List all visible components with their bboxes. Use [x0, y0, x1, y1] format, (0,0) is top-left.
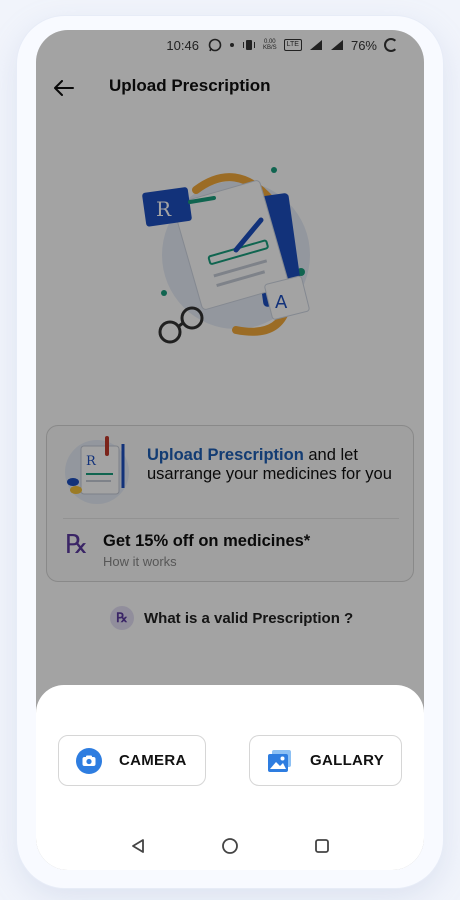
status-time: 10:46: [166, 37, 199, 53]
gallery-icon: [267, 748, 293, 774]
valid-prescription-link[interactable]: ℞ What is a valid Prescription ?: [110, 606, 353, 630]
triangle-back-icon: [132, 839, 144, 853]
app-bar: Upload Prescription: [36, 60, 424, 116]
battery-percent: 76%: [350, 37, 377, 53]
system-nav-bar: [36, 822, 424, 870]
vibrate-icon: [242, 38, 256, 52]
status-bar: 10:46 0.00 KB/S LTE 76%: [36, 30, 424, 60]
upload-highlight[interactable]: Upload Prescription: [147, 446, 304, 464]
nav-back-button[interactable]: [127, 835, 149, 857]
data-speed-unit: KB/S: [262, 45, 277, 51]
data-speed: 0.00 KB/S: [263, 39, 277, 51]
svg-text:A: A: [275, 292, 288, 313]
camera-button[interactable]: CAMERA: [58, 735, 206, 786]
nav-home-button[interactable]: [219, 835, 241, 857]
page-title: Upload Prescription: [109, 76, 271, 95]
svg-text:R: R: [86, 454, 97, 469]
phone-screen: Upload Prescription R A R Upload Prescri…: [36, 30, 424, 870]
gallery-button[interactable]: GALLARY: [249, 735, 402, 786]
card-divider: [63, 518, 399, 519]
rx-icon: ℞: [65, 530, 89, 560]
circle-home-icon: [222, 838, 238, 854]
upload-description: Upload Prescription and let usarrange yo…: [147, 446, 415, 484]
arrow-left-icon: [54, 80, 74, 96]
prescription-clipboard-icon: R: [65, 436, 129, 504]
camera-icon: [76, 747, 102, 774]
signal-icon: [309, 38, 323, 52]
valid-prescription-label: What is a valid Prescription ?: [144, 609, 354, 627]
rx-badge-icon: ℞: [110, 606, 134, 630]
dot-icon: [229, 38, 235, 52]
svg-text:R: R: [156, 197, 172, 221]
gallery-label: GALLARY: [310, 752, 385, 769]
whatsapp-icon: [208, 38, 222, 52]
battery-icon: [384, 38, 398, 52]
prescription-illustration: R A: [142, 167, 310, 344]
signal-icon-2: [330, 38, 344, 52]
upload-options-sheet: CAMERA GALLARY: [36, 685, 424, 870]
offer-title: Get 15% off on medicines*: [103, 532, 311, 550]
camera-label: CAMERA: [119, 752, 187, 769]
nav-recents-button[interactable]: [311, 835, 333, 857]
lte-badge: LTE: [283, 39, 302, 51]
back-button[interactable]: [50, 76, 78, 100]
upload-info-card: R Upload Prescription and let usarrange …: [46, 425, 414, 582]
how-it-works-link[interactable]: How it works: [103, 554, 177, 569]
square-recents-icon: [315, 839, 329, 853]
